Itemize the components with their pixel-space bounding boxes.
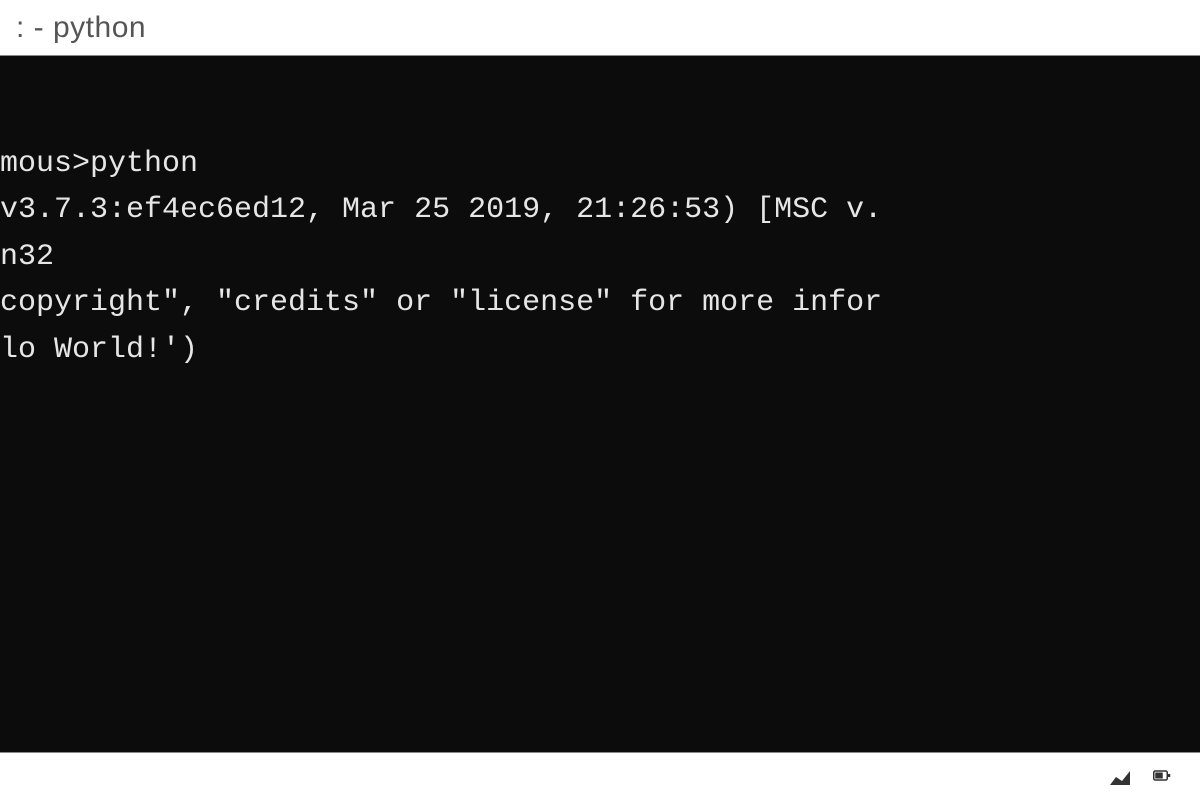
terminal-line: lo World!') bbox=[0, 333, 198, 367]
window-titlebar[interactable]: : - python bbox=[0, 0, 1200, 56]
status-bar bbox=[0, 752, 1200, 800]
terminal-line: mous>python bbox=[0, 147, 198, 181]
window-title: : - python bbox=[16, 11, 146, 45]
terminal-window: : - python mous>python v3.7.3:ef4ec6ed12… bbox=[0, 0, 1200, 800]
battery-icon[interactable] bbox=[1148, 763, 1176, 791]
terminal-line: copyright", "credits" or "license" for m… bbox=[0, 286, 882, 320]
network-icon[interactable] bbox=[1106, 763, 1134, 791]
terminal-line: v3.7.3:ef4ec6ed12, Mar 25 2019, 21:26:53… bbox=[0, 193, 882, 227]
terminal-line: n32 bbox=[0, 240, 54, 274]
terminal-body[interactable]: mous>python v3.7.3:ef4ec6ed12, Mar 25 20… bbox=[0, 56, 1200, 752]
